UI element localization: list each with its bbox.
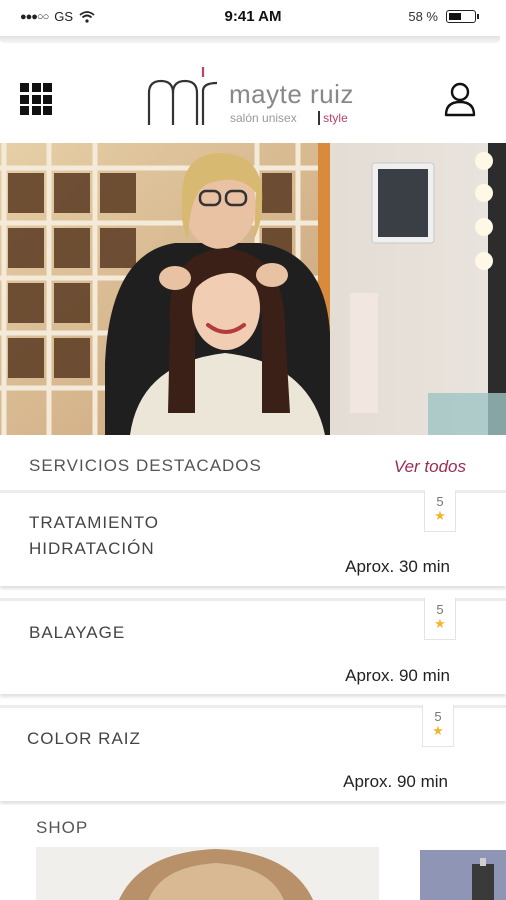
- rating-badge: 5 ★: [422, 705, 454, 747]
- brand-logo[interactable]: mayte ruiz salón unisex style: [145, 61, 355, 131]
- shop-photo-2: [420, 850, 506, 900]
- user-icon[interactable]: [444, 81, 476, 117]
- logo-tagline: salón unisex style: [230, 111, 348, 125]
- star-icon: ★: [434, 508, 446, 523]
- rating-value: 5: [436, 494, 444, 509]
- service-name-line1: TRATAMIENTO: [29, 513, 159, 532]
- logo-mark-icon: [147, 67, 218, 125]
- service-name-line2: HIDRATACIÓN: [29, 539, 155, 558]
- shop-section: SHOP: [0, 805, 506, 900]
- rating-value: 5: [436, 602, 444, 617]
- rating-badge: 5 ★: [424, 598, 456, 640]
- battery-percent: 58 %: [408, 9, 438, 24]
- battery-icon: [446, 10, 479, 23]
- rating-badge: 5 ★: [424, 490, 456, 532]
- grid-menu-icon[interactable]: [20, 83, 52, 115]
- service-card-2[interactable]: BALAYAGE 5 ★ Aprox. 90 min: [0, 598, 506, 694]
- hero-photo: [0, 143, 506, 435]
- logo-tagline-text: salón unisex: [230, 111, 297, 125]
- service-card-1[interactable]: TRATAMIENTO HIDRATACIÓN 5 ★ Aprox. 30 mi…: [0, 490, 506, 586]
- star-icon: ★: [432, 723, 444, 738]
- shop-product-image-2[interactable]: [420, 850, 506, 900]
- service-duration: Aprox. 30 min: [345, 557, 450, 576]
- see-all-link[interactable]: Ver todos: [394, 457, 466, 477]
- star-icon: ★: [434, 616, 446, 631]
- hero-illustration: [0, 143, 506, 435]
- shop-product-image-1[interactable]: [36, 847, 379, 900]
- featured-services-title: SERVICIOS DESTACADOS: [29, 456, 262, 475]
- service-name-line1: COLOR RAIZ: [27, 729, 141, 748]
- rating-value: 5: [434, 709, 442, 724]
- battery-level: [449, 13, 462, 20]
- featured-services-header: SERVICIOS DESTACADOS Ver todos: [0, 435, 506, 490]
- status-bar: ●●●○○ GS 9:41 AM 58 %: [0, 0, 506, 36]
- status-right: 58 %: [408, 9, 479, 24]
- logo-style-text: style: [318, 111, 348, 125]
- service-name: TRATAMIENTO HIDRATACIÓN: [29, 510, 159, 562]
- service-name-line1: BALAYAGE: [29, 623, 126, 642]
- status-divider: [0, 36, 500, 43]
- app-header: mayte ruiz salón unisex style: [0, 43, 506, 143]
- service-card-3[interactable]: COLOR RAIZ 5 ★ Aprox. 90 min: [0, 705, 506, 801]
- service-name: COLOR RAIZ: [27, 726, 141, 752]
- logo-name: mayte ruiz: [229, 79, 354, 109]
- service-duration: Aprox. 90 min: [343, 772, 448, 791]
- service-duration: Aprox. 90 min: [345, 666, 450, 685]
- service-name: BALAYAGE: [29, 620, 125, 646]
- shop-photo-1: [36, 847, 379, 900]
- shop-title: SHOP: [36, 818, 89, 837]
